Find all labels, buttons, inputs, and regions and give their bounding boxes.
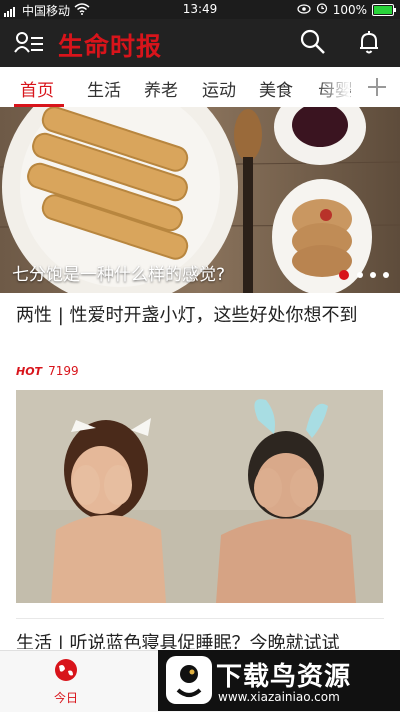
app-logo: 生命时报 — [58, 32, 163, 61]
eye-icon — [297, 3, 311, 17]
battery-percent: 100% — [332, 2, 367, 17]
category-tabs: 首页 生活 养老 运动 美食 母婴 — [0, 67, 400, 108]
banner-carousel[interactable]: 七分饱是一种什么样的感觉? — [0, 107, 400, 293]
tab-elderly[interactable]: 养老 — [144, 76, 178, 101]
hot-count: 7199 — [48, 364, 79, 378]
globe-icon — [53, 659, 79, 687]
hot-badge: HOT — [16, 364, 43, 378]
tabs-fade — [316, 67, 350, 107]
feed-divider — [16, 618, 384, 619]
tab-home[interactable]: 首页 — [20, 76, 54, 101]
article-image[interactable] — [16, 390, 383, 603]
plus-icon[interactable] — [354, 67, 400, 107]
alarm-icon — [316, 2, 328, 17]
watermark-url: www.xiazainiao.com — [218, 690, 340, 704]
tab-life[interactable]: 生活 — [87, 76, 121, 101]
bell-icon[interactable] — [357, 29, 381, 55]
search-icon[interactable] — [300, 29, 326, 55]
watermark: 下载鸟资源 www.xiazainiao.com — [158, 650, 400, 711]
status-bar: 中国移动 13:49 100% — [0, 0, 400, 19]
nav-today[interactable]: 今日 — [44, 657, 88, 706]
tab-sports[interactable]: 运动 — [202, 76, 236, 101]
app-header: 生命时报 — [0, 19, 400, 67]
bird-logo-icon — [166, 656, 212, 704]
watermark-brand: 下载鸟资源 — [216, 662, 352, 692]
article-meta: HOT 7199 — [16, 364, 79, 378]
article-title-next[interactable]: 生活 | 听说蓝色寝具促睡眠？今晚就试试 — [16, 629, 386, 649]
banner-caption[interactable]: 七分饱是一种什么样的感觉? — [12, 260, 225, 285]
tab-food[interactable]: 美食 — [259, 76, 293, 101]
article-title[interactable]: 两性 | 性爱时开盏小灯，这些好处你想不到 — [16, 302, 386, 329]
battery-icon — [372, 3, 396, 16]
nav-today-label: 今日 — [53, 691, 78, 705]
menu-icon[interactable] — [14, 30, 44, 56]
